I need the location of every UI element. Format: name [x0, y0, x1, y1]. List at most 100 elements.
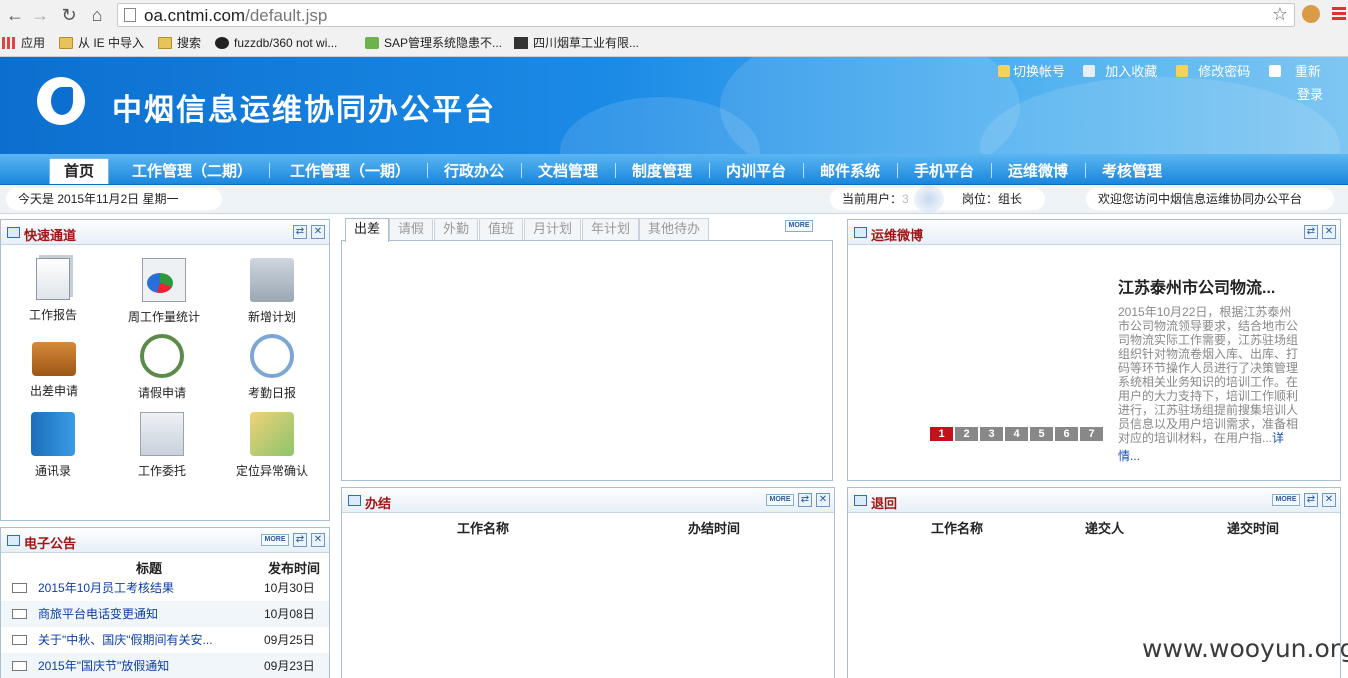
notice-row[interactable]: 关于"中秋、国庆"假期间有关安... 09月25日	[1, 627, 329, 653]
back-icon[interactable]: ←	[4, 4, 26, 26]
panel-icon	[7, 227, 20, 238]
nav-admin-office[interactable]: 行政办公	[444, 160, 504, 181]
quick-new-plan[interactable]: 新增计划	[222, 258, 322, 325]
company-logo	[37, 77, 85, 125]
browser-menu-icon[interactable]	[1332, 5, 1346, 23]
tab-field-work[interactable]: 外勤	[434, 218, 479, 240]
reload-icon[interactable]: ↻	[58, 4, 80, 26]
tabs-more-button[interactable]: MORE	[785, 220, 813, 232]
weibo-page-1[interactable]: 1	[930, 427, 953, 441]
weibo-title: 运维微博	[871, 228, 924, 243]
nav-policy-mgmt[interactable]: 制度管理	[632, 160, 692, 181]
envelope-icon	[12, 661, 27, 671]
home-icon[interactable]: ⌂	[86, 4, 108, 26]
panel-icon	[7, 535, 20, 546]
nav-document-mgmt[interactable]: 文档管理	[538, 160, 598, 181]
quick-location-confirm[interactable]: 定位异常确认	[222, 412, 322, 479]
nav-training[interactable]: 内训平台	[726, 160, 786, 181]
done-more-button[interactable]: MORE	[766, 494, 794, 506]
tab-leave[interactable]: 请假	[389, 218, 434, 240]
refresh-icon[interactable]: ⇄	[293, 225, 307, 239]
notice-row[interactable]: 商旅平台电话变更通知 10月08日	[1, 601, 329, 627]
quick-work-report[interactable]: 工作报告	[3, 258, 103, 323]
github-icon	[215, 37, 229, 49]
files-icon	[140, 412, 184, 456]
notice-row[interactable]: 2015年"国庆节"放假通知 09月23日	[1, 653, 329, 678]
watermark: www.wooyun.org	[1142, 634, 1348, 663]
relogin-link[interactable]: 重新	[1269, 61, 1321, 80]
notice-more-button[interactable]: MORE	[261, 534, 289, 546]
main-nav: 首页 工作管理（二期） 工作管理（一期） 行政办公 文档管理 制度管理 内训平台…	[0, 154, 1348, 185]
nav-mobile[interactable]: 手机平台	[914, 160, 974, 181]
nav-work-mgmt-1[interactable]: 工作管理（一期）	[290, 160, 410, 181]
forward-icon[interactable]: →	[29, 4, 51, 26]
quick-leave-request[interactable]: 请假申请	[112, 334, 212, 401]
quick-trip-request[interactable]: 出差申请	[4, 334, 104, 399]
refresh-icon[interactable]: ⇄	[293, 533, 307, 547]
tab-business-trip[interactable]: 出差	[345, 218, 390, 242]
address-book-icon	[31, 412, 75, 456]
tab-yearly-plan[interactable]: 年计划	[582, 218, 640, 240]
map-pin-icon	[250, 412, 294, 456]
notice-panel: 电子公告 MORE ⇄ ✕ 标题 发布时间 2015年10月员工考核结果 10月…	[0, 527, 330, 678]
refresh-icon[interactable]: ⇄	[798, 493, 812, 507]
bookmark-fuzzdb[interactable]: fuzzdb/360 not wi...	[215, 34, 337, 52]
weibo-page-5[interactable]: 5	[1030, 427, 1053, 441]
weibo-page-6[interactable]: 6	[1055, 427, 1078, 441]
nav-weibo[interactable]: 运维微博	[1008, 160, 1068, 181]
bookmark-search[interactable]: 搜索	[158, 34, 201, 52]
tab-monthly-plan[interactable]: 月计划	[524, 218, 582, 240]
envelope-icon	[12, 583, 27, 593]
extension-cookie-icon[interactable]	[1302, 5, 1320, 23]
weibo-detail-link[interactable]: 详	[1272, 431, 1284, 445]
quick-links-header: 快速通道 ⇄ ✕	[1, 220, 329, 245]
nav-home-tab[interactable]: 首页	[49, 158, 109, 184]
current-user-label: 当前用户：	[842, 192, 903, 206]
bookmark-ie-import[interactable]: 从 IE 中导入	[59, 34, 144, 52]
tab-duty[interactable]: 值班	[479, 218, 524, 240]
quick-address-book[interactable]: 通讯录	[3, 412, 103, 479]
bookmark-sichuan[interactable]: 四川烟草工业有限...	[514, 34, 639, 52]
folder-edit-icon	[250, 258, 294, 302]
done-title: 办结	[365, 496, 392, 511]
bookmark-sap[interactable]: SAP管理系统隐患不...	[365, 34, 502, 52]
quick-attendance-daily[interactable]: 考勤日报	[222, 334, 322, 401]
switch-account-link[interactable]: 切换帐号	[998, 61, 1065, 80]
tab-other-todo[interactable]: 其他待办	[639, 218, 710, 240]
close-icon[interactable]: ✕	[816, 493, 830, 507]
address-bar[interactable]: oa.cntmi.com/default.jsp ☆	[117, 3, 1295, 27]
weibo-detail-link-2[interactable]: 情...	[1118, 449, 1304, 463]
notice-row[interactable]: 2015年10月员工考核结果 10月30日	[1, 575, 329, 601]
nav-work-mgmt-2[interactable]: 工作管理（二期）	[132, 160, 252, 181]
close-icon[interactable]: ✕	[311, 225, 325, 239]
todo-tab-strip: 出差 请假 外勤 值班 月计划 年计划 其他待办 MORE	[341, 214, 833, 242]
refresh-icon[interactable]: ⇄	[1304, 225, 1318, 239]
nav-assessment[interactable]: 考核管理	[1102, 160, 1162, 181]
weibo-body: 2015年10月22日，根据江苏泰州 市公司物流领导要求，结合地市公 司物流实际…	[1118, 305, 1304, 463]
weibo-page-7[interactable]: 7	[1080, 427, 1103, 441]
relogin-link-line2[interactable]: 登录	[1297, 84, 1323, 103]
quick-work-delegate[interactable]: 工作委托	[112, 412, 212, 479]
weibo-page-2[interactable]: 2	[955, 427, 978, 441]
refresh-icon[interactable]: ⇄	[1304, 493, 1318, 507]
quick-weekly-stats[interactable]: 周工作量统计	[114, 258, 214, 325]
weibo-page-4[interactable]: 4	[1005, 427, 1028, 441]
bookmark-apps[interactable]: 应用	[2, 34, 45, 52]
address-row: ← → ↻ ⌂ oa.cntmi.com/default.jsp ☆	[0, 0, 1348, 30]
add-favorite-link[interactable]: 加入收藏	[1083, 61, 1157, 80]
browser-chrome: ← → ↻ ⌂ oa.cntmi.com/default.jsp ☆ 应用 从 …	[0, 0, 1348, 57]
bookmark-star-icon[interactable]: ☆	[1272, 4, 1288, 25]
pie-chart-icon	[142, 258, 186, 302]
returned-more-button[interactable]: MORE	[1272, 494, 1300, 506]
close-icon[interactable]: ✕	[1322, 493, 1336, 507]
change-password-link[interactable]: 修改密码	[1176, 61, 1250, 80]
calendar-clock-icon	[250, 334, 294, 378]
weibo-headline[interactable]: 江苏泰州市公司物流...	[1118, 274, 1275, 298]
info-bar: 今天是 2015年11月2日 星期一 当前用户：3 岗位：组长 欢迎您访问中烟信…	[0, 185, 1348, 214]
close-icon[interactable]: ✕	[1322, 225, 1336, 239]
returned-header: 退回 MORE ⇄ ✕	[848, 488, 1340, 513]
clock-icon	[140, 334, 184, 378]
close-icon[interactable]: ✕	[311, 533, 325, 547]
weibo-page-3[interactable]: 3	[980, 427, 1003, 441]
nav-mail[interactable]: 邮件系统	[820, 160, 880, 181]
